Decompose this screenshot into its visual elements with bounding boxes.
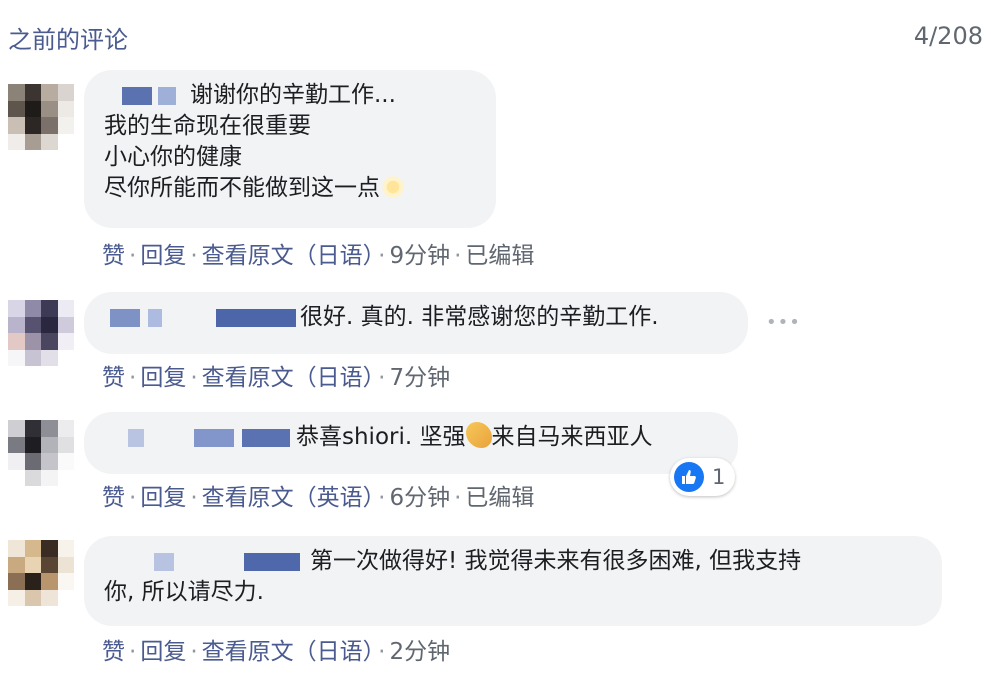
see-original-link[interactable]: 查看原文（英语）	[202, 485, 375, 511]
like-link[interactable]: 赞	[102, 485, 125, 511]
comment-text-line: 尽你所能而不能做到这一点	[104, 175, 380, 201]
comment-text-line: 很好. 真的. 非常感谢您的辛勤工作.	[300, 304, 659, 330]
comment-text-line: 恭喜shiori. 坚强	[296, 424, 466, 450]
like-link[interactable]: 赞	[102, 365, 125, 391]
comment-bubble: 很好. 真的. 非常感谢您的辛勤工作.	[84, 292, 748, 354]
comment-text-line: 来自马来西亚人	[491, 424, 653, 450]
commenter-name[interactable]	[104, 86, 190, 105]
avatar[interactable]	[8, 420, 74, 486]
avatar[interactable]	[8, 84, 74, 150]
comment-bubble: 恭喜shiori. 坚强 来自马来西亚人	[84, 412, 738, 474]
comment-text-line: 你, 所以请尽力.	[104, 579, 264, 605]
comment-text-line: 第一次做得好! 我觉得未来有很多困难, 但我支持	[310, 548, 802, 574]
comment-text-line: 我的生命现在很重要	[104, 113, 311, 139]
reply-link[interactable]: 回复	[140, 365, 186, 391]
timestamp[interactable]: 7分钟	[389, 365, 450, 391]
reply-link[interactable]: 回复	[140, 243, 186, 269]
commenter-name[interactable]	[104, 308, 300, 327]
comment-bubble: 第一次做得好! 我觉得未来有很多困难, 但我支持 你, 所以请尽力.	[84, 536, 942, 626]
comment-count: 4/208	[913, 22, 983, 50]
like-link[interactable]: 赞	[102, 639, 125, 665]
timestamp[interactable]: 9分钟	[389, 243, 450, 269]
comment-text-line: 谢谢你的辛勤工作...	[190, 82, 396, 108]
comment-actions: 赞 · 回复 · 查看原文（日语） · 9分钟 · 已编辑	[102, 243, 535, 269]
reaction-summary[interactable]: 1	[670, 458, 736, 496]
comment-actions: 赞 · 回复 · 查看原文（日语） · 2分钟	[102, 639, 451, 665]
see-original-link[interactable]: 查看原文（日语）	[202, 365, 375, 391]
commenter-name[interactable]	[104, 428, 296, 447]
comments-header: 之前的评论 4/208	[0, 0, 991, 62]
comment-bubble: 谢谢你的辛勤工作... 我的生命现在很重要 小心你的健康 尽你所能而不能做到这一…	[84, 70, 496, 228]
sun-emoji-icon	[380, 175, 406, 199]
reply-link[interactable]: 回复	[140, 639, 186, 665]
avatar[interactable]	[8, 300, 74, 366]
edited-label[interactable]: 已编辑	[465, 485, 534, 511]
reaction-count: 1	[712, 465, 726, 489]
comment-text-line: 小心你的健康	[104, 144, 242, 170]
more-options-icon[interactable]: •••	[766, 312, 801, 333]
timestamp[interactable]: 2分钟	[389, 639, 450, 665]
previous-comments-link[interactable]: 之前的评论	[8, 20, 128, 55]
reply-link[interactable]: 回复	[140, 485, 186, 511]
see-original-link[interactable]: 查看原文（日语）	[202, 243, 375, 269]
like-thumb-icon	[674, 462, 704, 492]
comment-actions: 赞 · 回复 · 查看原文（日语） · 7分钟	[102, 365, 451, 391]
timestamp[interactable]: 6分钟	[389, 485, 450, 511]
like-link[interactable]: 赞	[102, 243, 125, 269]
avatar[interactable]	[8, 540, 74, 606]
comment-actions: 赞 · 回复 · 查看原文（英语） · 6分钟 · 已编辑	[102, 485, 535, 511]
edited-label[interactable]: 已编辑	[465, 243, 534, 269]
flexed-biceps-emoji-icon	[465, 422, 492, 448]
see-original-link[interactable]: 查看原文（日语）	[202, 639, 375, 665]
commenter-name[interactable]	[104, 552, 310, 571]
